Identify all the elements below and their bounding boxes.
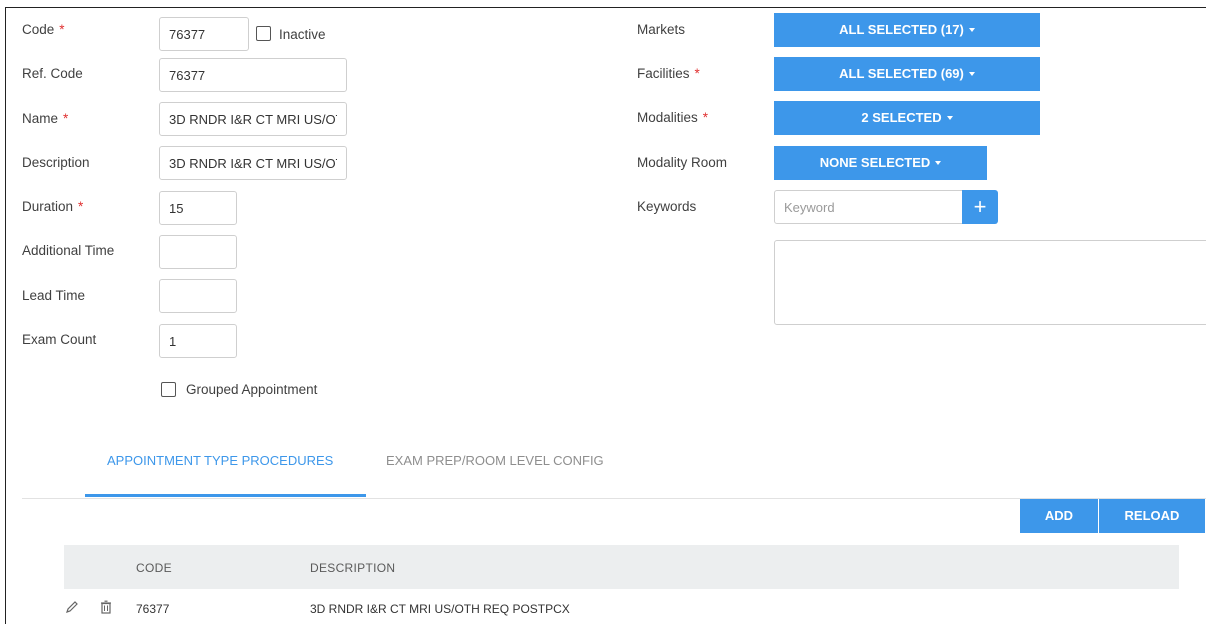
tab-exam-prep-room-level-config[interactable]: EXAM PREP/ROOM LEVEL CONFIG: [386, 453, 604, 468]
ref-code-input[interactable]: [159, 58, 347, 92]
lead-time-input[interactable]: [159, 279, 237, 313]
row-description: 3D RNDR I&R CT MRI US/OTH REQ POSTPCX: [310, 602, 570, 616]
markets-label: Markets: [637, 22, 686, 37]
facilities-label: Facilities *: [637, 66, 700, 81]
tab-appointment-type-procedures[interactable]: APPOINTMENT TYPE PROCEDURES: [107, 453, 333, 468]
exam-count-input[interactable]: [159, 324, 237, 358]
modalities-label: Modalities *: [637, 110, 709, 125]
grouped-appointment-label: Grouped Appointment: [186, 382, 318, 397]
ref-code-label: Ref. Code: [22, 66, 83, 81]
caret-down-icon: [968, 27, 975, 32]
markets-dropdown[interactable]: ALL SELECTED (17): [774, 13, 1040, 47]
additional-time-input[interactable]: [159, 235, 237, 269]
modality-room-dropdown[interactable]: NONE SELECTED: [774, 146, 987, 180]
grouped-appointment-checkbox[interactable]: [161, 382, 176, 397]
caret-down-icon: [968, 71, 975, 76]
duration-label: Duration *: [22, 199, 84, 214]
trash-icon[interactable]: [99, 600, 113, 614]
modality-room-dropdown-label: NONE SELECTED: [819, 155, 931, 170]
column-header-code[interactable]: CODE: [136, 561, 172, 575]
modality-room-label: Modality Room: [637, 155, 728, 170]
description-input[interactable]: [159, 146, 347, 180]
duration-input[interactable]: [159, 191, 237, 225]
plus-icon: +: [973, 194, 987, 219]
table-header: CODE DESCRIPTION: [64, 545, 1179, 589]
inactive-label: Inactive: [279, 27, 326, 42]
keywords-label: Keywords: [637, 199, 697, 214]
add-button[interactable]: ADD: [1020, 499, 1098, 533]
table-row: 76377 3D RNDR I&R CT MRI US/OTH REQ POST…: [64, 591, 1179, 624]
add-keyword-button[interactable]: +: [962, 190, 998, 224]
facilities-dropdown[interactable]: ALL SELECTED (69): [774, 57, 1040, 91]
keywords-list[interactable]: [774, 240, 1206, 325]
name-input[interactable]: [159, 102, 347, 136]
reload-button[interactable]: RELOAD: [1099, 499, 1205, 533]
active-tab-indicator: [85, 494, 366, 497]
markets-dropdown-label: ALL SELECTED (17): [839, 22, 964, 37]
modalities-dropdown-label: 2 SELECTED: [861, 110, 942, 125]
description-label: Description: [22, 155, 90, 170]
exam-count-label: Exam Count: [22, 332, 97, 347]
pencil-icon[interactable]: [65, 600, 79, 614]
name-label: Name *: [22, 111, 69, 126]
row-code: 76377: [136, 602, 170, 616]
additional-time-label: Additional Time: [22, 243, 115, 258]
facilities-dropdown-label: ALL SELECTED (69): [839, 66, 964, 81]
code-label: Code *: [22, 22, 65, 37]
caret-down-icon: [946, 115, 953, 120]
inactive-checkbox[interactable]: [256, 26, 271, 41]
lead-time-label: Lead Time: [22, 288, 86, 303]
column-header-description[interactable]: DESCRIPTION: [310, 561, 395, 575]
keyword-input[interactable]: [774, 190, 964, 224]
modalities-dropdown[interactable]: 2 SELECTED: [774, 101, 1040, 135]
caret-down-icon: [935, 160, 942, 165]
code-input[interactable]: [159, 17, 249, 51]
